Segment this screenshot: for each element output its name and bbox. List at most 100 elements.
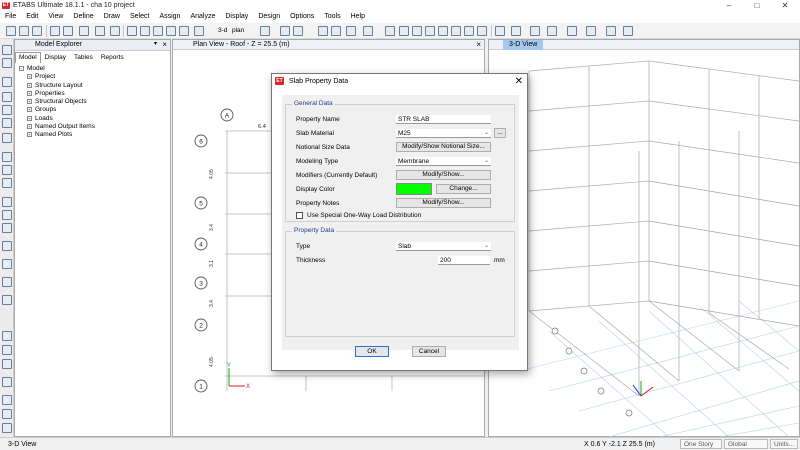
undo-icon[interactable] [50, 26, 60, 36]
ok-button[interactable]: OK [355, 346, 389, 357]
rotate-icon[interactable] [260, 26, 270, 36]
expand-icon[interactable]: + [27, 82, 32, 88]
expand-icon[interactable]: + [27, 124, 32, 130]
view-3d-pane[interactable]: 3-D View [488, 39, 800, 437]
cancel-button[interactable]: Cancel [412, 346, 446, 357]
redo-icon[interactable] [63, 26, 73, 36]
pan-icon[interactable] [194, 26, 204, 36]
tree-node-structure-layout[interactable]: + Structure Layout [19, 82, 169, 90]
expand-icon[interactable]: + [27, 99, 32, 105]
modifiers-button[interactable]: Modify/Show... [396, 170, 491, 180]
menu-edit[interactable]: Edit [21, 11, 43, 23]
tree-node-project[interactable]: + Project [19, 73, 169, 81]
open-model-icon[interactable] [19, 26, 29, 36]
menu-file[interactable]: File [0, 11, 21, 23]
story-select[interactable]: One Story [680, 439, 722, 449]
pointer-icon[interactable] [2, 45, 12, 55]
display-results-icon[interactable] [363, 26, 373, 36]
notional-size-button[interactable]: Modify/Show Notional Size... [396, 142, 491, 152]
draw-brace-icon[interactable] [567, 26, 577, 36]
tab-model[interactable]: Model [15, 52, 41, 63]
draw-links-icon[interactable] [2, 133, 12, 143]
reshape-icon[interactable] [2, 58, 12, 68]
type-select[interactable]: Slab ⌄ [396, 242, 491, 251]
zoom-extents-icon[interactable] [140, 26, 150, 36]
save-model-icon[interactable] [32, 26, 42, 36]
zoom-out-icon[interactable] [166, 26, 176, 36]
design-concrete-icon[interactable] [399, 26, 409, 36]
draw-opening-icon-2[interactable] [2, 197, 12, 207]
draw-wall-icon-2[interactable] [2, 178, 12, 188]
change-color-button[interactable]: Change... [436, 184, 491, 194]
refresh-icon[interactable] [79, 26, 89, 36]
close-window-button[interactable]: ✕ [774, 0, 796, 11]
draw-strip-icon[interactable] [2, 223, 12, 233]
menu-design[interactable]: Design [253, 11, 285, 23]
expand-icon[interactable]: + [27, 74, 32, 80]
menu-select[interactable]: Select [125, 11, 154, 23]
view-3d-button[interactable]: 3-d [218, 27, 227, 34]
draw-section-cut-icon[interactable] [2, 277, 12, 287]
design-shear-wall-icon[interactable] [425, 26, 435, 36]
grid-icon[interactable] [2, 259, 12, 269]
menu-draw[interactable]: Draw [99, 11, 125, 23]
zoom-window-icon[interactable] [127, 26, 137, 36]
expand-icon[interactable]: + [27, 107, 32, 113]
tree-node-structural-objects[interactable]: + Structural Objects [19, 98, 169, 106]
thickness-input[interactable]: 200 [438, 256, 490, 265]
clear-selection-icon[interactable] [2, 359, 12, 369]
zoom-in-icon[interactable] [153, 26, 163, 36]
property-name-input[interactable]: STR SLAB [396, 115, 491, 124]
dialog-close-button[interactable]: ✕ [515, 75, 523, 88]
draw-wall-icon[interactable] [606, 26, 616, 36]
tree-node-groups[interactable]: + Groups [19, 106, 169, 114]
draw-column-icon[interactable] [547, 26, 557, 36]
collapse-icon[interactable]: − [19, 66, 24, 71]
expand-icon[interactable]: + [27, 115, 32, 121]
design-detail-icon[interactable] [464, 26, 474, 36]
maximize-button[interactable]: □ [746, 0, 768, 11]
lock-icon[interactable] [95, 26, 105, 36]
property-notes-button[interactable]: Modify/Show... [396, 198, 491, 208]
close-plan-view-icon[interactable]: × [476, 40, 481, 50]
menu-tools[interactable]: Tools [319, 11, 345, 23]
draw-floor-icon[interactable] [586, 26, 596, 36]
design-check-icon[interactable] [477, 26, 487, 36]
design-steel-icon[interactable] [385, 26, 395, 36]
snap-intersect-icon[interactable] [2, 423, 12, 433]
view-3d-canvas[interactable] [489, 51, 799, 437]
draw-dimension-icon[interactable] [2, 241, 12, 251]
minimize-button[interactable]: – [718, 0, 740, 11]
menu-help[interactable]: Help [346, 11, 370, 23]
tree-root[interactable]: − Model [19, 65, 169, 73]
expand-icon[interactable]: + [27, 90, 32, 96]
run-analysis-icon[interactable] [110, 26, 120, 36]
draw-frame-icon[interactable] [511, 26, 521, 36]
menu-analyze[interactable]: Analyze [185, 11, 220, 23]
display-color-swatch[interactable] [396, 183, 432, 195]
draw-rect-area-icon[interactable] [2, 105, 12, 115]
snap-point-icon[interactable] [2, 377, 12, 387]
tab-tables[interactable]: Tables [70, 52, 97, 64]
tree-node-properties[interactable]: + Properties [19, 90, 169, 98]
draw-wall-stack-icon[interactable] [2, 118, 12, 128]
zoom-previous-icon[interactable] [179, 26, 189, 36]
new-model-icon[interactable] [6, 26, 16, 36]
select-all-icon[interactable] [2, 331, 12, 341]
close-panel-icon[interactable]: × [162, 40, 167, 49]
draw-area-icon[interactable] [2, 92, 12, 102]
design-composite-icon[interactable] [412, 26, 422, 36]
tab-display[interactable]: Display [41, 52, 70, 64]
move-down-icon[interactable] [293, 26, 303, 36]
one-way-load-checkbox[interactable] [296, 212, 303, 219]
slab-material-select[interactable]: M25 ⌄ [396, 129, 491, 138]
select-previous-icon[interactable] [2, 345, 12, 355]
menu-define[interactable]: Define [68, 11, 98, 23]
draw-opening-icon[interactable] [623, 26, 633, 36]
design-slab-icon[interactable] [438, 26, 448, 36]
menu-display[interactable]: Display [220, 11, 253, 23]
expand-icon[interactable]: + [27, 132, 32, 138]
tab-reports[interactable]: Reports [97, 52, 128, 64]
coord-system-select[interactable]: Global [724, 439, 768, 449]
snap-line-icon[interactable] [2, 409, 12, 419]
